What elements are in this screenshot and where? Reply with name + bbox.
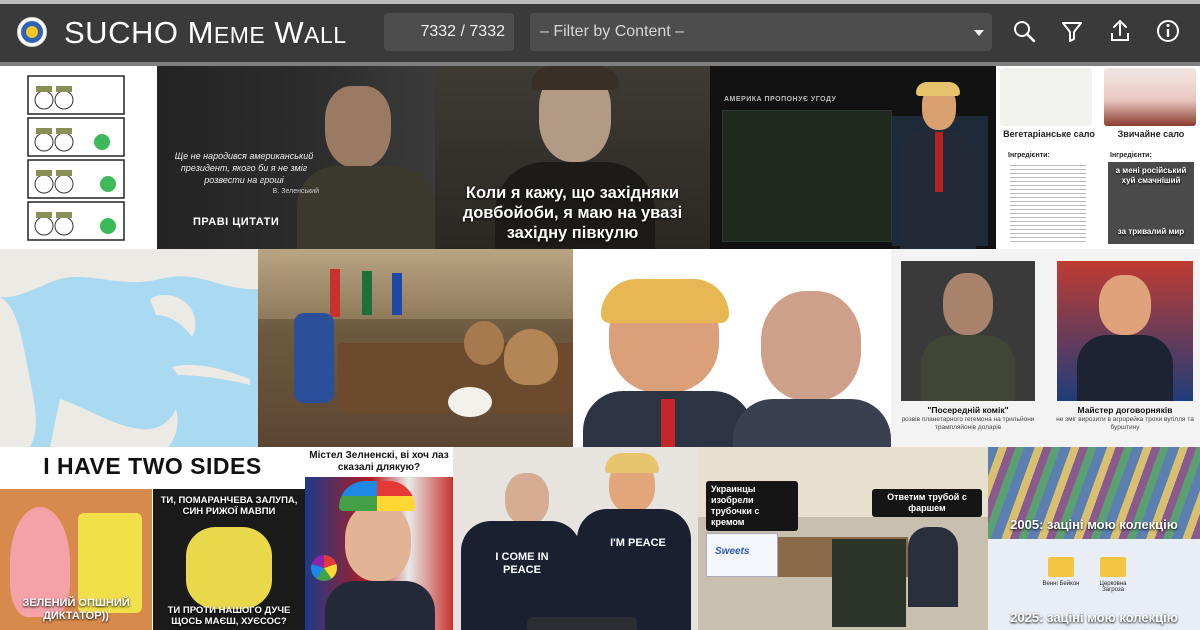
two-sides-title: I HAVE TWO SIDES [43,453,262,479]
lollipop [311,555,337,581]
portrait-right-suit [1077,335,1173,401]
bottom-overlay-bar [527,617,637,630]
salo-regular-ingredients: Інгредієнти: [1110,152,1152,159]
two-sides-right-top: ТИ, ПОМАРАНЧЕВА ЗАЛУПА, СИН РИЖОЇ МАВПИ [160,495,298,517]
content-filter-select[interactable]: – Filter by Content – [530,13,992,51]
putin-face [505,473,549,525]
folder-label-1: Венні Бейкон [1042,581,1080,587]
trump-hair [916,82,960,96]
trump-tie [661,399,675,447]
chevron-down-icon [974,30,984,36]
quote-text: Ще не народився американський президент,… [174,151,314,185]
cards-bottom-caption: 2025: зацінi мою колекцію [1010,610,1178,625]
folder-icon [1048,557,1074,577]
tube-caption-left: Украинцы изобрели трубочки с кремом [706,481,798,531]
salo-regular-image [1104,68,1196,126]
flag-usa [330,269,340,317]
filter-icon[interactable] [1059,18,1085,44]
portrait-right-head [1099,275,1151,335]
bear-right [504,329,558,385]
room-wall [258,249,573,319]
meme-tile-two-sides[interactable]: I HAVE TWO SIDES ЗЕЛЕНИЙ ОПШНИЙ ДИКТАТОР… [0,447,305,630]
game-header: АМЕРИКА ПРОПОНУЄ УГОДУ [724,96,837,103]
portrait-hair [531,66,619,90]
game-panel [722,110,892,242]
salo-veg-title: Вегетаріанське сало [1003,129,1095,139]
meme-tile-come-in-peace[interactable]: I COME IN PEACE I'M PEACE [453,447,698,630]
folder-label-2: Церковна Загрозa [1099,581,1127,593]
portrait-left-shirt [921,335,1015,401]
two-sides-right-bottom: ТИ ПРОТИ НАШОГО ДУЧЕ ЩОСЬ МАЄШ, ХУЄСОС? [167,605,291,627]
putin-face [761,291,861,401]
meme-tile-bears-summit[interactable] [258,249,573,447]
meme-tile-game[interactable]: АМЕРИКА ПРОПОНУЄ УГОДУ [710,66,996,249]
portrait-left-caption: "Посередній комік" [927,405,1009,415]
trump-tie [935,132,943,192]
seated-figure [908,527,958,607]
cream-tubes-package: Sweets [706,533,778,577]
salo-veg-ingredients: Інгредієнти: [1008,152,1050,159]
ingredient-list-lines [1010,165,1086,245]
propeller-hat [339,481,415,511]
portrait-right-caption: Майстер договорняків [1077,405,1173,415]
flag-saudi [362,271,372,315]
putin-suit [733,399,891,447]
pipe-photo [832,539,906,627]
quote-author: В. Зеленський [272,188,319,195]
meme-tile-tubes[interactable]: Sweets Украинцы изобрели трубочки с крем… [698,447,988,630]
meme-tile-two-portraits[interactable]: "Посередній комік" розвів планетарного г… [891,249,1200,447]
salo-veg-image [1000,68,1092,126]
vance-face [345,503,411,581]
meme-tile-peaky[interactable]: Коли я кажу, що західняки довбойоби, я м… [435,66,710,249]
meme-tile-map[interactable] [0,249,258,447]
portrait-head [325,86,391,168]
flower-arrangement [448,387,492,417]
trump-shirt-text: I'M PEACE [610,537,666,549]
salo-regular-title: Звичайне сало [1117,129,1185,139]
app-header: SUCHO MEME WALL 7332 / 7332 – Filter by … [0,4,1200,62]
portrait-right-subcaption: не зміг вирозити в агрорейка трохи вугіл… [1056,416,1194,431]
portrait-left-head [943,273,993,335]
salo-caption-top: а мені російський хуй смачніший [1115,166,1187,185]
app-title: SUCHO MEME WALL [64,15,347,50]
meme-tile-comic[interactable] [0,66,157,249]
uncle-sam-cartoon [294,313,334,403]
salo-caption-bottom: за тривалий мир [1117,227,1185,236]
vance-suit [325,581,435,630]
info-icon[interactable] [1155,18,1181,44]
filter-label: – Filter by Content – [540,23,685,40]
strong-spongebob-cartoon [186,527,272,609]
bear-left [464,321,504,365]
gulf-map-image [0,249,258,447]
portrait-left-subcaption: розвів планетарного гегемона на трильйон… [901,416,1035,431]
cards-top-caption: 2005: зацінi мою колекцію [1010,517,1178,532]
flag-russia [392,273,402,315]
peaky-caption: Коли я кажу, що західняки довбойоби, я м… [462,184,683,242]
meme-tile-salo[interactable]: Вегетаріанське сало Інгредієнти: Звичайн… [996,66,1200,249]
quote-footer: ПРАВІ ЦИТАТИ [193,216,280,228]
putin-shirt-text: I COME IN PEACE [495,551,549,576]
trump-tshirt [577,509,691,630]
comic-panels-image [27,75,125,241]
meme-tile-trump-putin[interactable] [573,249,891,447]
meme-tile-zelensky-quote[interactable]: Ще не народився американський президент,… [157,66,435,249]
meme-tile-cards[interactable]: 2005: зацінi мою колекцію Венні Бейкон Ц… [988,447,1200,630]
sucho-logo[interactable] [17,17,47,47]
meme-counter[interactable]: 7332 / 7332 [384,13,514,51]
vance-caption: Містел Зелненскі, ві хоч лаз сказалі для… [305,447,453,477]
trump-hair [605,453,659,473]
two-sides-left-caption: ЗЕЛЕНИЙ ОПШНИЙ ДИКТАТОР)) [22,597,130,622]
tube-caption-right: Ответим трубой с фаршем [872,489,982,517]
folder-icon [1100,557,1126,577]
package-label: Sweets [715,546,750,557]
search-icon[interactable] [1011,18,1037,44]
trump-hair [601,279,729,323]
meme-tile-vance[interactable]: Містел Зелненскі, ві хоч лаз сказалі для… [305,447,453,630]
share-icon[interactable] [1107,18,1133,44]
